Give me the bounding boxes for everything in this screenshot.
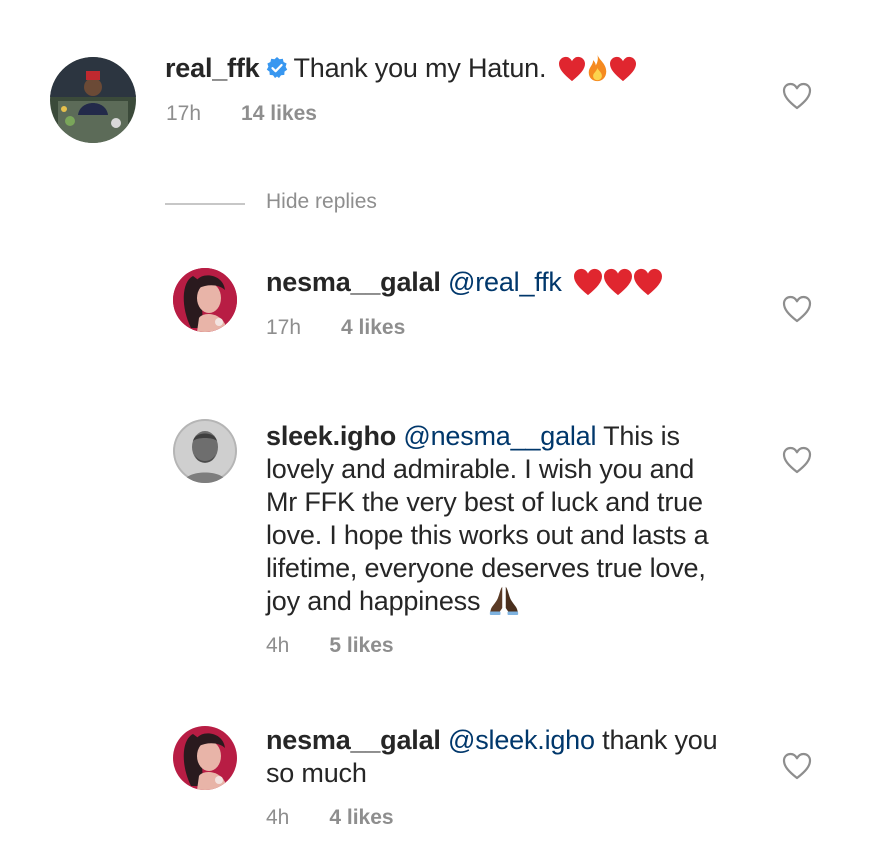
username[interactable]: nesma__galal — [266, 267, 441, 297]
comment-meta: 17h 14 likes — [166, 102, 317, 126]
reply-meta: 4h 4 likes — [266, 806, 394, 830]
likes-count[interactable]: 4 likes — [341, 316, 405, 339]
reply-body-line: lovely and admirable. I wish you and — [266, 454, 695, 484]
reply-body-line: so much — [266, 758, 367, 788]
mention-link[interactable]: @sleek.igho — [448, 725, 595, 755]
avatar[interactable] — [173, 268, 237, 332]
like-heart-icon[interactable] — [782, 446, 812, 474]
reply-meta: 17h 4 likes — [266, 316, 405, 340]
hide-replies-button[interactable]: Hide replies — [266, 190, 377, 214]
reply-body-line: This is — [603, 421, 680, 451]
like-heart-icon[interactable] — [782, 752, 812, 780]
reply-text: nesma__galal @sleek.igho thank you so mu… — [266, 724, 786, 790]
reply-body-line: lifetime, everyone deserves true love, — [266, 553, 706, 583]
avatar[interactable] — [50, 57, 136, 143]
red-heart-icon — [603, 268, 633, 296]
username[interactable]: real_ffk — [165, 53, 260, 83]
red-heart-icon — [558, 56, 586, 82]
likes-count[interactable]: 5 likes — [329, 634, 393, 657]
reply-meta: 4h 5 likes — [266, 634, 394, 658]
divider — [165, 203, 245, 205]
username[interactable]: sleek.igho — [266, 421, 396, 451]
mention-link[interactable]: @real_ffk — [448, 267, 562, 297]
reply-text: sleek.igho @nesma__galal This is lovely … — [266, 420, 786, 618]
reply-text: nesma__galal @real_ffk — [266, 266, 766, 299]
likes-count[interactable]: 14 likes — [241, 102, 317, 125]
like-heart-icon[interactable] — [782, 82, 812, 110]
comment-time: 17h — [166, 102, 202, 125]
comment-body: Thank you my Hatun. — [293, 53, 547, 83]
reply-body-line: thank you — [602, 725, 718, 755]
red-heart-icon — [633, 268, 663, 296]
folded-hands-icon — [488, 585, 520, 615]
username[interactable]: nesma__galal — [266, 725, 441, 755]
likes-count[interactable]: 4 likes — [329, 806, 393, 829]
reply-body-line: love. I hope this works out and lasts a — [266, 520, 709, 550]
like-heart-icon[interactable] — [782, 295, 812, 323]
comment-text: real_ffk Thank you my Hatun. — [165, 52, 765, 85]
avatar[interactable] — [173, 419, 237, 483]
reply-time: 4h — [266, 634, 290, 657]
reply-time: 17h — [266, 316, 302, 339]
red-heart-icon — [609, 56, 637, 82]
red-heart-icon — [573, 268, 603, 296]
mention-link[interactable]: @nesma__galal — [403, 421, 596, 451]
fire-icon — [586, 54, 609, 82]
reply-time: 4h — [266, 806, 290, 829]
reply-body-line: Mr FFK the very best of luck and true — [266, 487, 703, 517]
avatar[interactable] — [173, 726, 237, 790]
reply-body-line: joy and happiness — [266, 586, 481, 616]
verified-badge-icon — [267, 57, 288, 78]
